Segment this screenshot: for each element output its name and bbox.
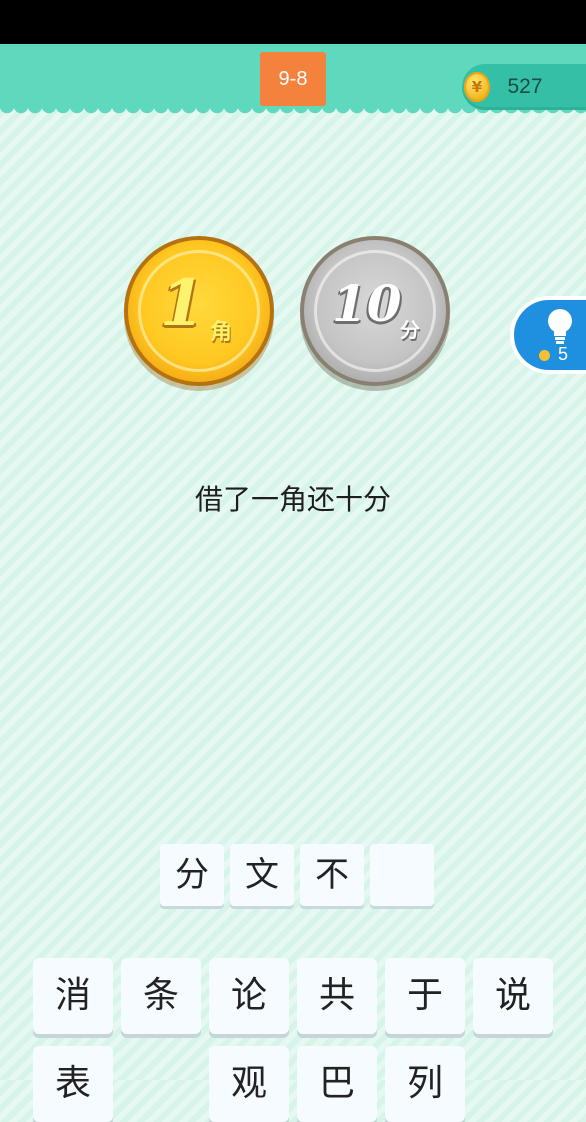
hint-count: 5 (558, 344, 569, 364)
keyboard-key[interactable]: 共 (297, 958, 377, 1034)
keyboard-key[interactable]: 说 (473, 958, 553, 1034)
answer-slot[interactable]: 不 (300, 844, 364, 906)
answer-slot[interactable]: 分 (160, 844, 224, 906)
keyboard-key[interactable]: 列 (385, 1046, 465, 1122)
gold-coin-icon: ¥ (464, 72, 490, 102)
gold-coin-number: 1 (160, 266, 205, 341)
keyboard-key[interactable]: 论 (209, 958, 289, 1034)
keyboard-key[interactable]: 消 (33, 958, 113, 1034)
status-bar (0, 0, 586, 44)
silver-coin-unit: 分 (400, 318, 420, 342)
keyboard-key[interactable]: 表 (33, 1046, 113, 1122)
keyboard-key[interactable]: 观 (209, 1046, 289, 1122)
hint-button[interactable] (510, 296, 586, 374)
coin-count: 527 (507, 75, 543, 98)
keyboard-key[interactable]: 于 (385, 958, 465, 1034)
lightbulb-icon (548, 309, 572, 344)
gold-coin-unit: 角 (210, 320, 233, 345)
keyboard-key[interactable]: 巴 (297, 1046, 377, 1122)
silver-coin-number: 10 (332, 274, 402, 333)
keyboard-key[interactable]: 条 (121, 958, 201, 1034)
hint-coin-dot (539, 350, 550, 361)
silver-coin-image: 10 分 (300, 236, 450, 386)
clue-text: 借了一角还十分 (194, 483, 391, 516)
answer-slot[interactable] (370, 844, 434, 906)
level-badge: 9-8 (260, 52, 326, 106)
answer-slot[interactable]: 文 (230, 844, 294, 906)
gold-coin-image: 1 角 (124, 236, 274, 386)
